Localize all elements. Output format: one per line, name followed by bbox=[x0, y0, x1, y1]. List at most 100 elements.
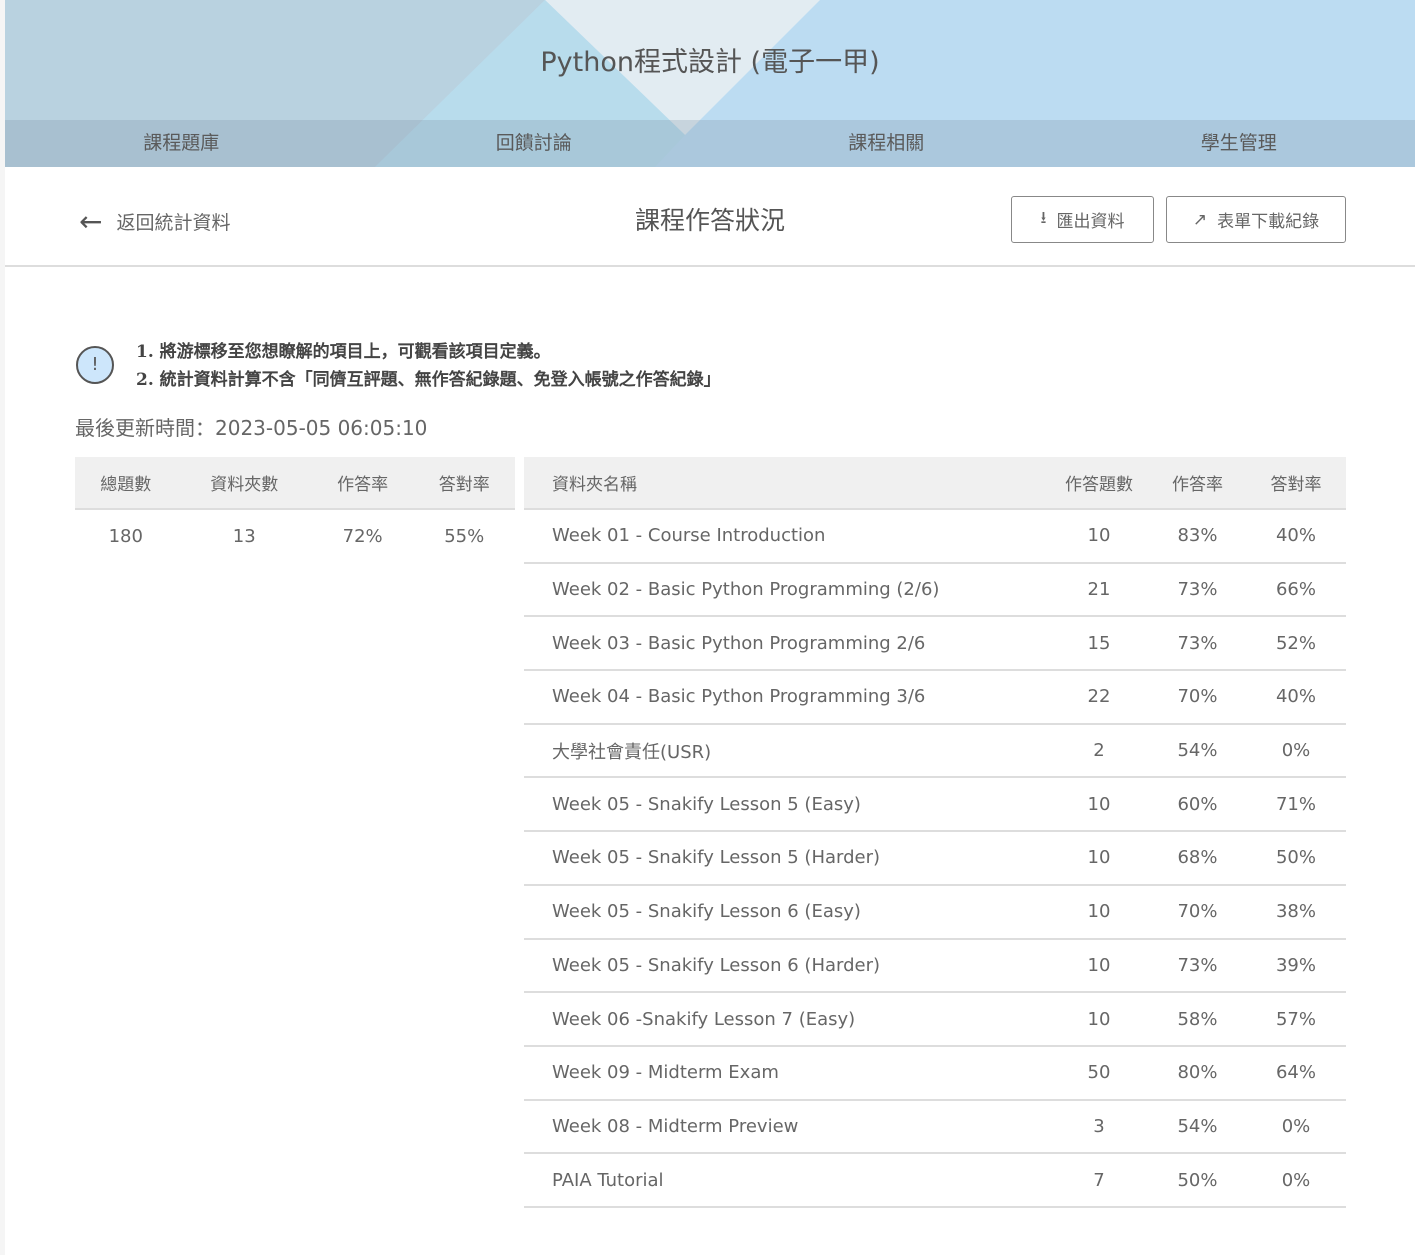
question-count: 10 bbox=[1049, 884, 1149, 940]
nav-student-management[interactable]: 學生管理 bbox=[1063, 120, 1415, 167]
question-count: 7 bbox=[1049, 1153, 1149, 1208]
folders-value: 13 bbox=[232, 525, 256, 547]
answer-rate: 58% bbox=[1149, 992, 1246, 1047]
question-count: 2 bbox=[1049, 723, 1149, 779]
table-row: Week 05 - Snakify Lesson 5 (Harder) 10 68%… bbox=[524, 831, 1346, 886]
table-row: Week 03 - Basic Python Programming 2/6 15… bbox=[524, 616, 1346, 672]
correct-rate: 64% bbox=[1246, 1045, 1346, 1101]
question-count: 10 bbox=[1049, 509, 1149, 564]
answer-rate-value: 72% bbox=[342, 525, 383, 547]
total-value: 180 bbox=[108, 525, 143, 547]
answer-rate: 54% bbox=[1149, 723, 1246, 779]
nav-feedback[interactable]: 回饋討論 bbox=[358, 120, 711, 167]
answer-rate: 70% bbox=[1149, 884, 1246, 940]
folder-name: Week 05 - Snakify Lesson 5 (Harder) bbox=[524, 831, 1049, 886]
correct-rate: 66% bbox=[1246, 562, 1346, 618]
folder-name: Week 05 - Snakify Lesson 6 (Easy) bbox=[524, 884, 1049, 940]
answer-rate: 60% bbox=[1149, 777, 1246, 833]
info-icon: ! bbox=[76, 346, 114, 384]
folder-name: Week 05 - Snakify Lesson 6 (Harder) bbox=[524, 938, 1049, 994]
back-button[interactable]: ← 返回統計資料 bbox=[79, 205, 230, 238]
correct-rate: 39% bbox=[1246, 938, 1346, 994]
question-count: 15 bbox=[1049, 616, 1149, 672]
table-row: PAIA Tutorial 7 50% 0% bbox=[524, 1153, 1346, 1208]
col-question-count: 作答題數 bbox=[1049, 457, 1149, 510]
answer-rate: 73% bbox=[1149, 938, 1246, 994]
folder-name: Week 09 - Midterm Exam bbox=[524, 1045, 1049, 1101]
course-nav: 課程題庫 回饋討論 課程相關 學生管理 bbox=[5, 120, 1415, 167]
question-count: 50 bbox=[1049, 1045, 1149, 1101]
answer-rate: 54% bbox=[1149, 1099, 1246, 1155]
summary-table: 總題數 資料夾數 作答率 答對率 180 13 72% 55% bbox=[75, 457, 515, 563]
answer-rate: 50% bbox=[1149, 1153, 1246, 1208]
table-row: Week 09 - Midterm Exam 50 80% 64% bbox=[524, 1045, 1346, 1101]
last-updated: 最後更新時間：2023-05-05 06:05:10 bbox=[75, 416, 428, 440]
question-count: 21 bbox=[1049, 562, 1149, 618]
correct-rate: 0% bbox=[1246, 1153, 1346, 1208]
correct-rate: 57% bbox=[1246, 992, 1346, 1047]
page: Python程式設計 (電子一甲) 課程題庫 回饋討論 課程相關 學生管理 ← 返… bbox=[5, 0, 1415, 1255]
col-total: 總題數 bbox=[75, 457, 177, 510]
question-count: 10 bbox=[1049, 831, 1149, 886]
table-row: Week 08 - Midterm Preview 3 54% 0% bbox=[524, 1099, 1346, 1155]
toolbar: ← 返回統計資料 課程作答狀況 ⭳ 匯出資料 ↗ 表單下載紀錄 bbox=[5, 167, 1415, 267]
question-count: 3 bbox=[1049, 1099, 1149, 1155]
notice-line: 1. 將游標移至您想瞭解的項目上，可觀看該項目定義。 bbox=[136, 342, 551, 362]
table-row: Week 05 - Snakify Lesson 6 (Harder) 10 73%… bbox=[524, 938, 1346, 994]
question-count: 10 bbox=[1049, 992, 1149, 1047]
folder-name: PAIA Tutorial bbox=[524, 1153, 1049, 1208]
question-count: 10 bbox=[1049, 938, 1149, 994]
table-row: Week 05 - Snakify Lesson 6 (Easy) 10 70% 38… bbox=[524, 884, 1346, 940]
folder-name: Week 08 - Midterm Preview bbox=[524, 1099, 1049, 1155]
answer-rate: 73% bbox=[1149, 616, 1246, 672]
col-correct-rate: 答對率 bbox=[1246, 457, 1346, 510]
arrow-left-icon: ← bbox=[79, 205, 103, 238]
external-link-icon: ↗ bbox=[1192, 209, 1208, 230]
table-row: Week 04 - Basic Python Programming 3/6 22… bbox=[524, 670, 1346, 725]
nav-course-related[interactable]: 課程相關 bbox=[710, 120, 1063, 167]
col-folders: 資料夾數 bbox=[176, 457, 312, 510]
correct-rate: 40% bbox=[1246, 509, 1346, 564]
correct-rate: 40% bbox=[1246, 670, 1346, 725]
back-label: 返回統計資料 bbox=[116, 212, 231, 234]
correct-rate: 71% bbox=[1246, 777, 1346, 833]
col-answer-rate: 作答率 bbox=[1149, 457, 1246, 510]
form-log-button[interactable]: ↗ 表單下載紀錄 bbox=[1166, 196, 1346, 243]
correct-rate: 0% bbox=[1246, 723, 1346, 779]
question-count: 22 bbox=[1049, 670, 1149, 725]
answer-rate: 80% bbox=[1149, 1045, 1246, 1101]
folder-name: Week 06 -Snakify Lesson 7 (Easy) bbox=[524, 992, 1049, 1047]
folder-name: Week 05 - Snakify Lesson 5 (Easy) bbox=[524, 777, 1049, 833]
folder-name: 大學社會責任(USR) bbox=[524, 723, 1049, 779]
table-row: Week 05 - Snakify Lesson 5 (Easy) 10 60% 71… bbox=[524, 777, 1346, 833]
export-button[interactable]: ⭳ 匯出資料 bbox=[1011, 196, 1154, 243]
course-title: Python程式設計 (電子一甲) bbox=[540, 47, 880, 78]
col-folder-name: 資料夾名稱 bbox=[524, 457, 1049, 510]
answer-rate: 70% bbox=[1149, 670, 1246, 725]
question-count: 10 bbox=[1049, 777, 1149, 833]
answer-rate: 73% bbox=[1149, 562, 1246, 618]
col-answer-rate: 作答率 bbox=[311, 457, 414, 510]
folder-name: Week 04 - Basic Python Programming 3/6 bbox=[524, 670, 1049, 725]
notice-line: 2. 統計資料計算不含「同儕互評題、無作答紀錄題、免登入帳號之作答紀錄」 bbox=[136, 370, 721, 390]
table-row: Week 01 - Course Introduction 10 83% 40% bbox=[524, 509, 1346, 564]
table-row: Week 06 -Snakify Lesson 7 (Easy) 10 58% 57% bbox=[524, 992, 1346, 1047]
download-icon: ⭳ bbox=[1040, 208, 1047, 228]
folder-name: Week 01 - Course Introduction bbox=[524, 509, 1049, 564]
answer-rate: 83% bbox=[1149, 509, 1246, 564]
correct-rate: 50% bbox=[1246, 831, 1346, 886]
folder-name: Week 03 - Basic Python Programming 2/6 bbox=[524, 616, 1049, 672]
folder-name: Week 02 - Basic Python Programming (2/6) bbox=[524, 562, 1049, 618]
notice: ! 1. 將游標移至您想瞭解的項目上，可觀看該項目定義。 2. 統計資料計算不含「… bbox=[76, 338, 721, 394]
table-row: 大學社會責任(USR) 2 54% 0% bbox=[524, 723, 1346, 779]
nav-question-bank[interactable]: 課程題庫 bbox=[5, 120, 358, 167]
table-row: Week 02 - Basic Python Programming (2/6)… bbox=[524, 562, 1346, 618]
correct-rate: 0% bbox=[1246, 1099, 1346, 1155]
form-log-label: 表單下載紀錄 bbox=[1217, 212, 1320, 232]
correct-rate: 52% bbox=[1246, 616, 1346, 672]
correct-rate-value: 55% bbox=[444, 525, 485, 547]
folder-table: 資料夾名稱 作答題數 作答率 答對率 Week 01 - Course Introdu… bbox=[524, 457, 1346, 1208]
col-correct-rate: 答對率 bbox=[413, 457, 515, 510]
summary-row: 180 13 72% 55% bbox=[75, 509, 515, 563]
course-header: Python程式設計 (電子一甲) 課程題庫 回饋討論 課程相關 學生管理 bbox=[5, 0, 1415, 167]
